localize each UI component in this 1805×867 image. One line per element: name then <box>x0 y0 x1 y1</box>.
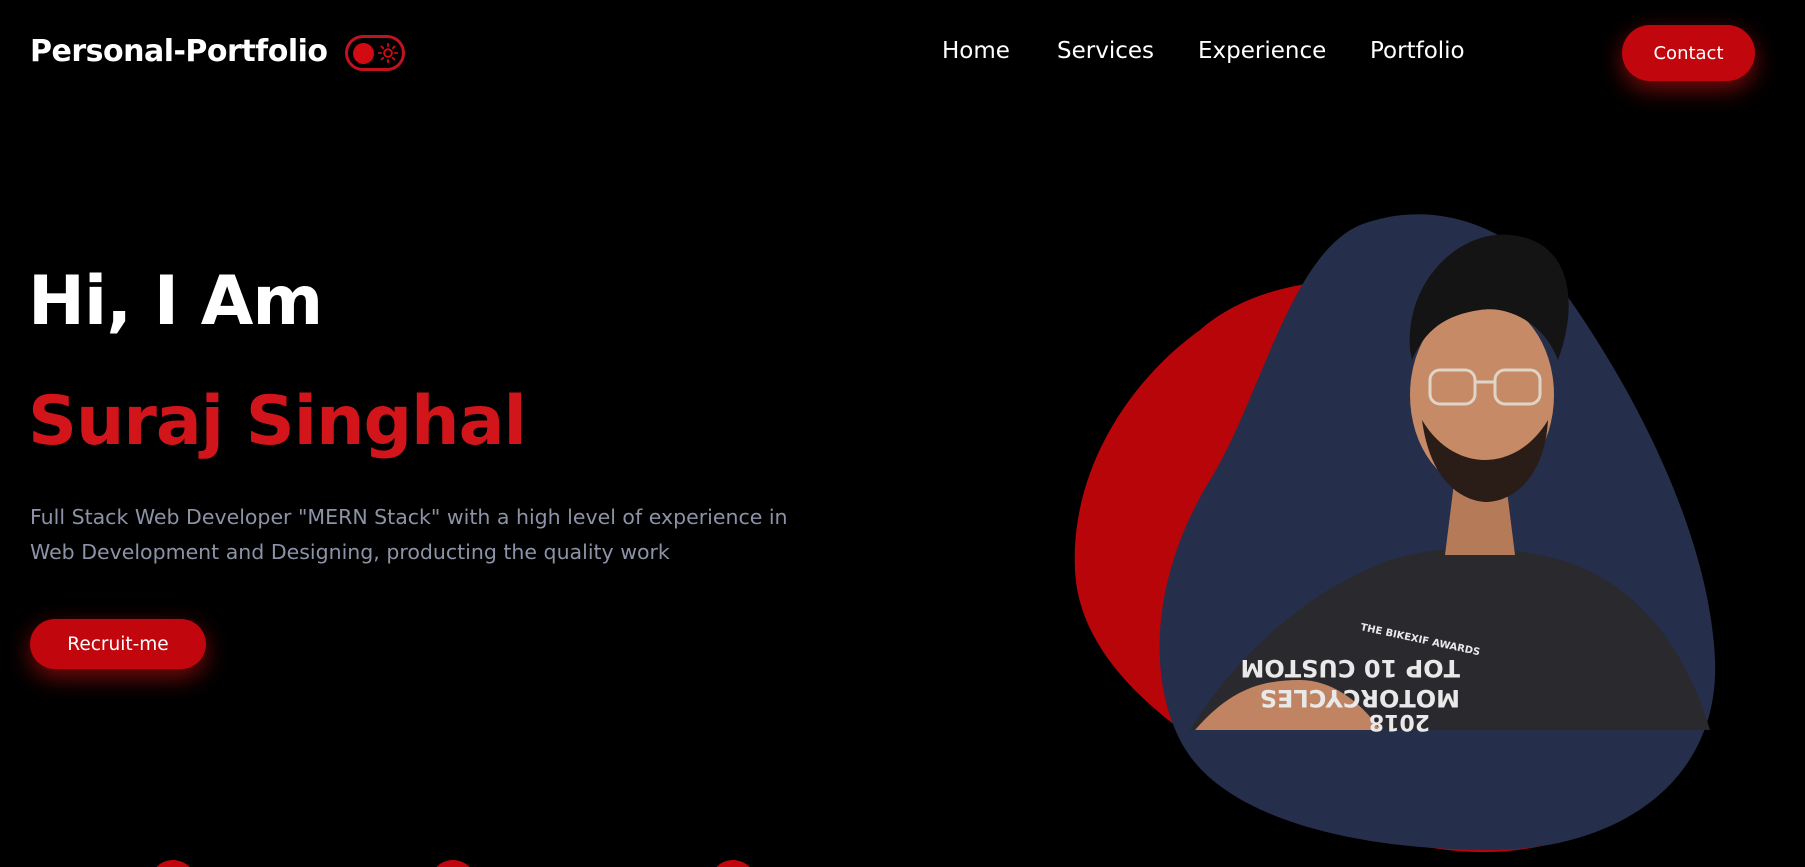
shirt-text-line4: 2018 <box>1369 709 1430 734</box>
sun-icon <box>377 42 399 64</box>
site-header: Personal-Portfolio Home Services Experie… <box>0 0 1805 108</box>
shirt-text-line2: TOP 10 CUSTOM <box>1240 654 1460 682</box>
section-indicator-dot <box>150 860 196 867</box>
nav-home-link[interactable]: Home <box>942 38 1010 64</box>
contact-button[interactable]: Contact <box>1622 25 1755 81</box>
hero-tagline: Full Stack Web Developer "MERN Stack" wi… <box>30 505 788 564</box>
section-indicator-dot <box>430 860 476 867</box>
toggle-knob <box>353 43 374 64</box>
site-logo[interactable]: Personal-Portfolio <box>30 34 328 69</box>
hero-greeting: Hi, I Am <box>28 262 323 341</box>
recruit-me-button[interactable]: Recruit-me <box>30 619 206 669</box>
hero-name: Suraj Singhal <box>28 382 527 461</box>
portfolio-page: Personal-Portfolio Home Services Experie… <box>0 0 1805 867</box>
nav-experience-link[interactable]: Experience <box>1198 38 1326 64</box>
shirt-text-line3: MOTORCYCLES <box>1260 684 1460 712</box>
theme-toggle[interactable] <box>345 35 405 71</box>
hero-illustration: THE BIKEXIF AWARDS TOP 10 CUSTOM MOTORCY… <box>1060 210 1760 867</box>
section-indicator-dot <box>710 860 756 867</box>
nav-services-link[interactable]: Services <box>1057 38 1154 64</box>
profile-blob-graphic: THE BIKEXIF AWARDS TOP 10 CUSTOM MOTORCY… <box>1074 214 1716 853</box>
nav-portfolio-link[interactable]: Portfolio <box>1370 38 1465 64</box>
